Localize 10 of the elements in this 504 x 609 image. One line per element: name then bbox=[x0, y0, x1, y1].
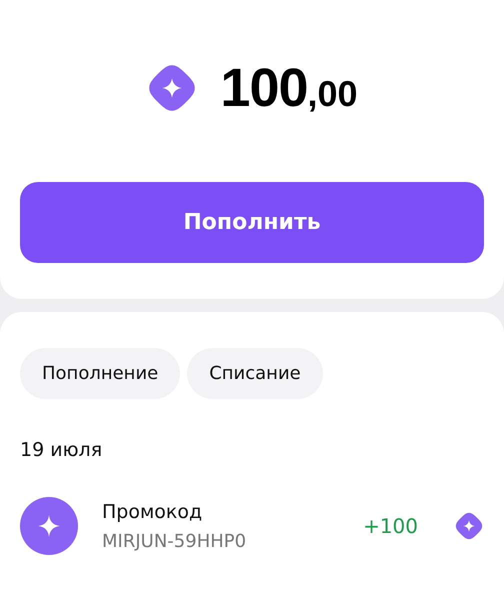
filter-chip[interactable]: Списание bbox=[187, 348, 323, 399]
coin-icon bbox=[454, 511, 484, 541]
transaction-amount: +100 bbox=[363, 514, 418, 538]
date-heading: 19 июля bbox=[20, 439, 104, 461]
filter-chip[interactable]: Пополнение bbox=[20, 348, 180, 399]
balance-integer: 100 bbox=[220, 57, 308, 119]
transaction-code: MIRJUN-59HHP0 bbox=[102, 530, 248, 552]
balance-fraction: ,00 bbox=[308, 73, 358, 115]
transaction-title: Промокод bbox=[102, 500, 204, 522]
top-up-button[interactable]: Пополнить bbox=[20, 182, 484, 263]
